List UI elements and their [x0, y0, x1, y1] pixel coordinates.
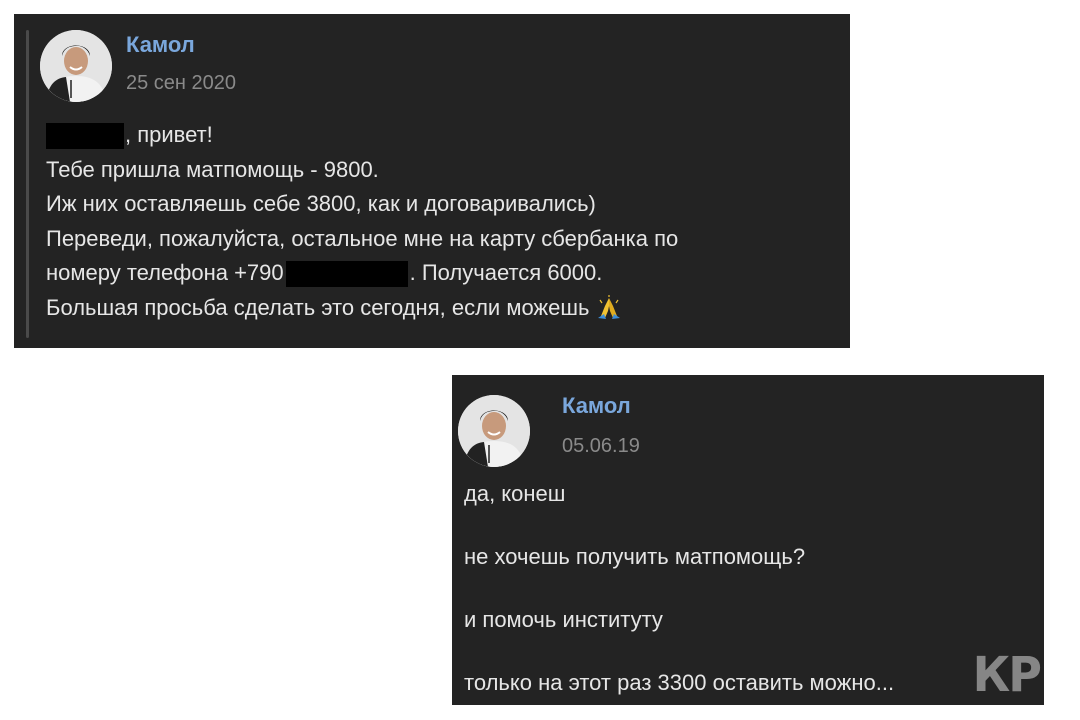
message-date: 05.06.19 — [562, 435, 640, 457]
result-text: . Получается 6000. — [409, 260, 603, 285]
redacted-phone — [285, 261, 408, 288]
message-line: Переведи, пожалуйста, остальное мне на к… — [46, 225, 679, 251]
quote-bar — [26, 30, 29, 338]
message-line: Иж них оставляешь себе 3800, как и догов… — [46, 191, 596, 216]
message-line: Большая просьба сделать это сегодня, есл… — [46, 291, 678, 326]
message-text: только на этот раз 3300 оставить можно..… — [464, 670, 895, 695]
message-line: номеру телефона +790 . Получается 6000. — [46, 256, 678, 291]
avatar[interactable] — [458, 395, 530, 467]
message-line: , привет! — [46, 118, 678, 153]
author-name[interactable]: Камол — [562, 393, 631, 419]
message-line: Тебе пришла матпомощь - 9800. — [46, 156, 379, 182]
message-text: да, конеш — [464, 481, 566, 506]
message-card-1: Камол 25 сен 2020 , привет! Тебе пришла … — [14, 14, 850, 348]
folded-hands-icon — [597, 294, 620, 319]
redacted-name — [46, 123, 124, 150]
avatar-photo-icon — [40, 30, 112, 102]
watermark-logo: КР — [972, 645, 1042, 703]
greeting-text: , привет! — [125, 122, 213, 147]
avatar-photo-icon — [458, 395, 530, 467]
message-text: не хочешь получить матпомощь? — [464, 544, 806, 569]
message-text: и помочь институту — [464, 607, 663, 632]
author-name[interactable]: Камол — [126, 32, 195, 58]
message-card-2: Камол 05.06.19 да, конеш не хочешь получ… — [452, 375, 1044, 705]
request-text: Большая просьба сделать это сегодня, есл… — [46, 294, 590, 320]
avatar[interactable] — [40, 30, 112, 102]
phone-prefix: номеру телефона +790 — [46, 260, 284, 285]
message-text: , привет! Тебе пришла матпомощь - 9800. … — [46, 118, 678, 325]
message-date: 25 сен 2020 — [126, 72, 237, 94]
